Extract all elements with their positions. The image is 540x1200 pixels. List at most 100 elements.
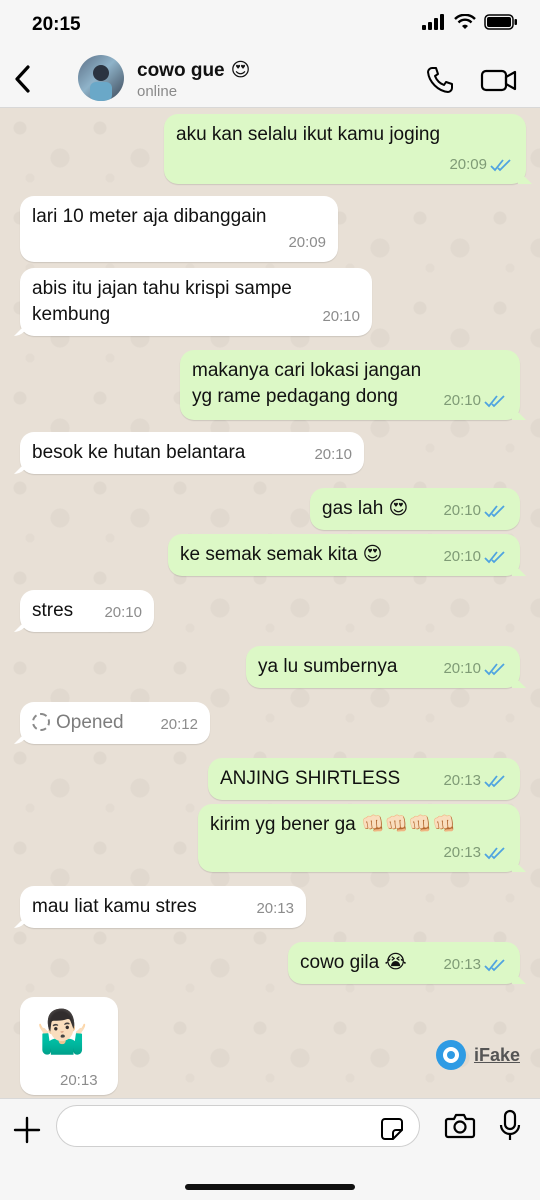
message-bubble[interactable]: cowo gila 😭 20:13 xyxy=(288,942,520,984)
message-meta: 20:10 xyxy=(443,544,508,570)
message-bubble[interactable]: ke semak semak kita 😍 20:10 xyxy=(168,534,520,576)
sticker-message[interactable]: 🤷🏻‍♂️ 20:13 xyxy=(20,997,118,1095)
message-time: 20:10 xyxy=(322,308,360,325)
avatar-photo xyxy=(90,65,112,101)
voice-call-button[interactable] xyxy=(424,64,456,96)
message-bubble[interactable]: abis itu jajan tahu krispi sampe kembung… xyxy=(20,268,372,336)
message-meta: 20:09 xyxy=(449,152,514,178)
message-text: stres xyxy=(32,600,74,621)
message-bubble[interactable]: ANJING SHIRTLESS 20:13 xyxy=(208,758,520,800)
message-meta: 20:12 xyxy=(160,712,198,738)
message-input[interactable] xyxy=(56,1105,420,1147)
message-bubble[interactable]: kirim yg bener ga 👊🏻👊🏻👊🏻👊🏻 20:13 xyxy=(198,804,520,872)
message-bubble[interactable]: gas lah 😍 20:10 xyxy=(310,488,520,530)
contact-status: online xyxy=(137,83,178,100)
watermark-text: iFake xyxy=(473,1044,520,1065)
message-time: 20:10 xyxy=(443,392,481,409)
message-time: 20:10 xyxy=(314,446,352,463)
contact-name-text: cowo gue xyxy=(137,59,225,81)
back-button[interactable] xyxy=(8,62,36,96)
camera-icon xyxy=(444,1113,476,1139)
message-text: lari 10 meter aja dibanggain xyxy=(32,206,267,227)
message-time: 20:10 xyxy=(104,604,142,621)
message-text: ke semak semak kita 😍 xyxy=(180,544,383,565)
status-bar: 20:15 xyxy=(0,0,540,50)
message-time: 20:10 xyxy=(443,660,481,677)
message-bubble[interactable]: lari 10 meter aja dibanggain 20:09 xyxy=(20,196,338,262)
double-check-icon xyxy=(484,395,505,408)
double-check-icon xyxy=(490,159,511,172)
message-time: 20:09 xyxy=(288,234,326,251)
message-bubble[interactable]: mau liat kamu stres 20:13 xyxy=(20,886,306,928)
double-check-icon xyxy=(484,959,505,972)
status-time: 20:15 xyxy=(32,14,81,35)
contact-name-emoji: 😍 xyxy=(230,60,251,81)
message-text: ya lu sumbernya xyxy=(258,656,398,677)
video-camera-icon xyxy=(480,69,517,92)
message-meta: 20:10 xyxy=(443,656,508,682)
double-check-icon xyxy=(484,551,505,564)
message-meta: 20:13 xyxy=(443,840,508,866)
ifake-watermark: iFake xyxy=(435,1040,520,1070)
message-time: 20:09 xyxy=(449,156,487,173)
message-meta: 20:10 xyxy=(314,442,352,468)
chevron-left-icon xyxy=(15,65,30,93)
home-indicator[interactable] xyxy=(185,1184,355,1190)
opened-circle-icon xyxy=(32,713,50,731)
double-check-icon xyxy=(484,847,505,860)
shrug-sticker: 🤷🏻‍♂️ xyxy=(36,1008,89,1055)
input-bar xyxy=(0,1098,540,1200)
message-time: 20:13 xyxy=(443,956,481,973)
message-bubble[interactable]: ya lu sumbernya 20:10 xyxy=(246,646,520,688)
sticker-button[interactable] xyxy=(380,1117,404,1141)
message-text: abis itu jajan tahu krispi sampe kembung xyxy=(32,278,292,325)
chat-area[interactable]: aku kan selalu ikut kamu joging 20:09 la… xyxy=(0,108,540,1098)
message-bubble[interactable]: stres 20:10 xyxy=(20,590,154,632)
message-meta: 20:09 xyxy=(288,230,326,256)
message-time: 20:10 xyxy=(443,502,481,519)
message-text: ANJING SHIRTLESS xyxy=(220,768,401,789)
video-call-button[interactable] xyxy=(480,64,518,96)
message-meta: 20:13 xyxy=(443,952,508,978)
double-check-icon xyxy=(484,663,505,676)
double-check-icon xyxy=(484,775,505,788)
chat-header: cowo gue 😍 online xyxy=(0,50,540,108)
attach-button[interactable] xyxy=(12,1115,42,1145)
message-meta: 20:10 xyxy=(443,498,508,524)
message-meta: 20:13 xyxy=(256,896,294,922)
message-bubble[interactable]: aku kan selalu ikut kamu joging 20:09 xyxy=(164,114,526,184)
wifi-icon xyxy=(454,14,476,29)
message-time: 20:13 xyxy=(256,900,294,917)
message-bubble[interactable]: makanya cari lokasi jangan yg rame pedag… xyxy=(180,350,520,420)
message-text: gas lah 😍 xyxy=(322,498,409,519)
plus-icon xyxy=(13,1116,41,1144)
microphone-button[interactable] xyxy=(498,1109,522,1143)
message-text: mau liat kamu stres xyxy=(32,896,197,917)
sticker-icon xyxy=(381,1118,403,1140)
message-meta: 20:10 xyxy=(104,600,142,626)
message-time: 20:13 xyxy=(60,1072,98,1089)
camera-button[interactable] xyxy=(444,1111,476,1141)
message-time: 20:13 xyxy=(443,844,481,861)
double-check-icon xyxy=(484,505,505,518)
message-meta: 20:13 xyxy=(443,768,508,794)
contact-name[interactable]: cowo gue 😍 xyxy=(137,59,250,82)
message-text: besok ke hutan belantara xyxy=(32,442,246,463)
message-bubble[interactable]: besok ke hutan belantara 20:10 xyxy=(20,432,364,474)
message-time: 20:13 xyxy=(443,772,481,789)
message-text: Opened xyxy=(56,712,124,733)
message-text: cowo gila 😭 xyxy=(300,952,407,973)
message-text: aku kan selalu ikut kamu joging xyxy=(176,124,441,145)
message-meta: 20:10 xyxy=(322,304,360,330)
message-bubble[interactable]: Opened 20:12 xyxy=(20,702,210,744)
message-text: kirim yg bener ga 👊🏻👊🏻👊🏻👊🏻 xyxy=(210,814,456,835)
contact-avatar[interactable] xyxy=(78,55,124,101)
status-icons xyxy=(422,14,518,30)
message-time: 20:12 xyxy=(160,716,198,733)
signal-icon xyxy=(422,14,444,30)
message-time: 20:10 xyxy=(443,548,481,565)
message-meta: 20:10 xyxy=(443,388,508,414)
message-text: makanya cari lokasi jangan yg rame pedag… xyxy=(192,360,422,407)
phone-icon xyxy=(427,67,453,93)
ifake-logo-icon xyxy=(435,1040,466,1070)
